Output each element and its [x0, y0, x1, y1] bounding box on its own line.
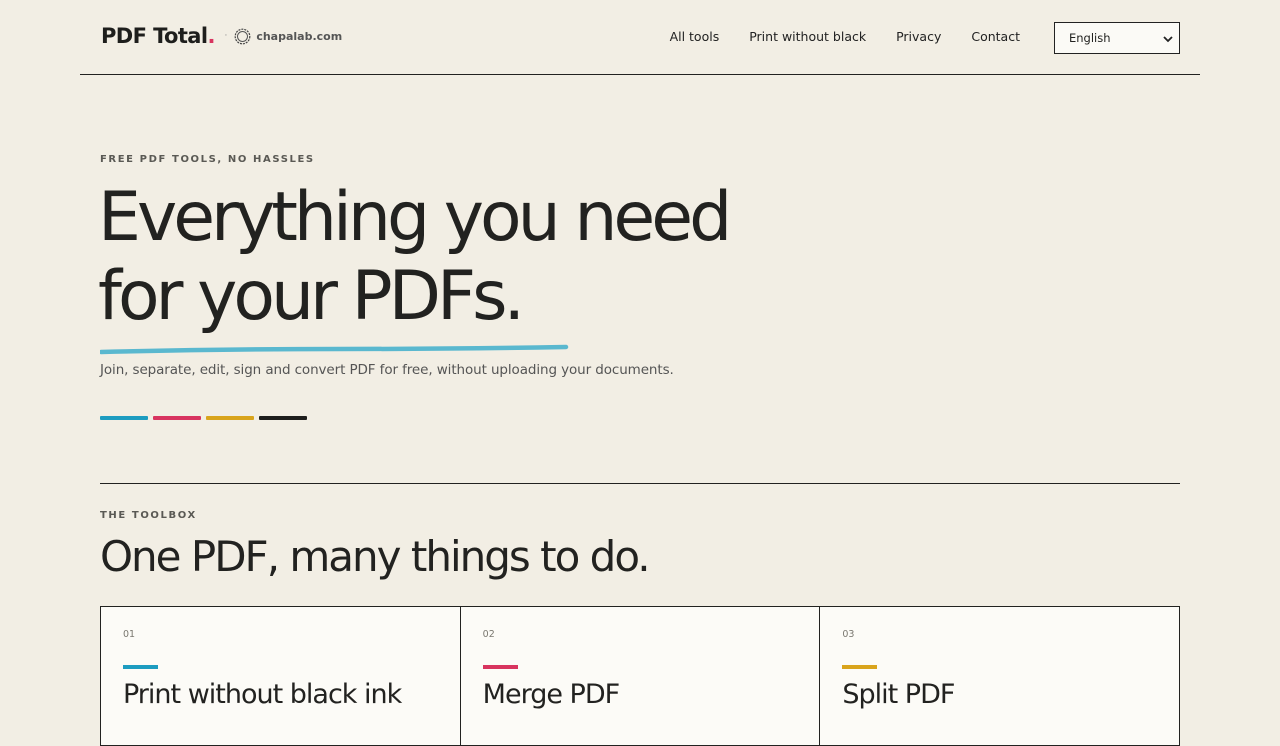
color-swatches [100, 416, 312, 420]
tool-card-merge-pdf[interactable]: 02 Merge PDF [461, 607, 821, 745]
card-accent-bar [842, 665, 878, 669]
toolbox-title: One PDF, many things to do. [100, 532, 651, 581]
tool-cards: 01 Print without black ink 02 Merge PDF … [100, 606, 1180, 746]
site-header: PDF Total. · chapalab.com All tools Prin… [80, 0, 1200, 75]
title-underline-stroke [100, 344, 569, 355]
card-number: 01 [123, 629, 136, 640]
card-number: 03 [842, 629, 855, 640]
language-value: English [1069, 31, 1111, 45]
card-accent-bar [482, 665, 518, 669]
card-accent-bar [123, 665, 158, 669]
nav-privacy[interactable]: Privacy [896, 29, 941, 44]
hero-eyebrow: FREE PDF TOOLS, NO HASSLES [100, 154, 315, 165]
tool-card-split-pdf[interactable]: 03 Split PDF [820, 607, 1179, 745]
hero-title-line-2: for your PDFs. [98, 257, 525, 336]
chapalab-logo-icon [234, 28, 251, 44]
chevron-down-icon [1163, 36, 1173, 43]
swatch-yellow [206, 416, 254, 420]
nav-print-without-black[interactable]: Print without black [749, 29, 866, 44]
swatch-cyan [100, 416, 148, 420]
nav-all-tools[interactable]: All tools [670, 29, 720, 44]
hero-subtitle: Join, separate, edit, sign and convert P… [100, 362, 674, 378]
card-number: 02 [482, 629, 495, 640]
language-select[interactable]: English [1054, 22, 1180, 54]
chapalab-link[interactable]: chapalab.com [234, 28, 342, 45]
main-nav: All tools Print without black Privacy Co… [640, 29, 1020, 44]
card-title[interactable]: Print without black ink [123, 679, 402, 710]
swatch-black [259, 416, 307, 420]
swatch-magenta [153, 416, 201, 420]
brand-separator: · [224, 31, 228, 41]
section-divider [100, 483, 1180, 484]
tool-card-print-without-black[interactable]: 01 Print without black ink [101, 607, 461, 745]
brand[interactable]: PDF Total. · chapalab.com [101, 24, 342, 48]
brand-dot: . [207, 24, 216, 48]
card-title[interactable]: Split PDF [842, 679, 955, 710]
hero-title: Everything you need for your PDFs. [98, 178, 858, 336]
card-title[interactable]: Merge PDF [483, 679, 620, 710]
nav-contact[interactable]: Contact [971, 29, 1020, 44]
hero-title-line-1: Everything you need [98, 178, 732, 257]
chapalab-label[interactable]: chapalab.com [256, 30, 342, 43]
toolbox-eyebrow: THE TOOLBOX [100, 510, 197, 521]
brand-name[interactable]: PDF Total [101, 24, 208, 48]
